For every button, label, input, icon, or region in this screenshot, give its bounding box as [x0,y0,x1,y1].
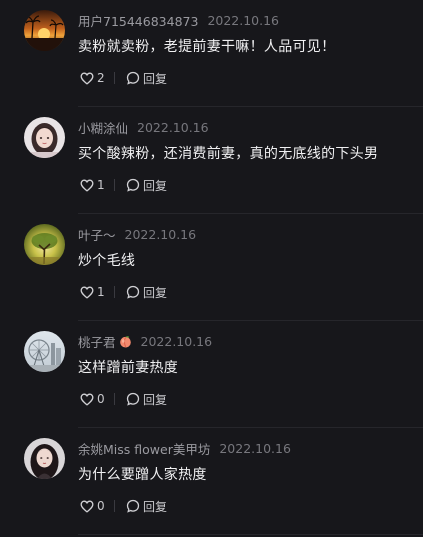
comment-text: 为什么要蹭人家热度 [78,467,207,483]
reply-label: 回复 [143,499,168,514]
comment-date: 2022.10.16 [124,226,197,242]
reply-bubble-icon [126,178,140,192]
username[interactable]: 小糊涂仙 [78,118,128,137]
like-button[interactable]: 1 [80,178,105,192]
sunset-avatar[interactable] [24,10,65,51]
comment-actions: 0 回复 [80,497,167,515]
username[interactable]: 叶子～ [78,225,116,244]
username[interactable]: 余姚Miss flower美甲坊 [78,439,210,458]
like-button[interactable]: 0 [80,392,105,406]
action-separator [114,72,115,84]
like-count: 2 [97,71,105,85]
comment-item: 小糊涂仙 2022.10.16 买个酸辣粉，还消费前妻，真的无底线的下头男 1 … [0,107,423,214]
heart-icon [80,179,94,192]
comment-meta: 小糊涂仙 2022.10.16 [78,118,209,136]
comment-date: 2022.10.16 [219,440,291,456]
comment-item: 桃子君 2022.10.16 这样蹭前妻热度 0 回复 [0,321,423,428]
reply-button[interactable]: 回复 [126,498,167,515]
reply-button[interactable]: 回复 [126,177,167,194]
comment-divider [78,534,423,535]
like-count: 0 [97,499,105,513]
comment-item: 叶子～ 2022.10.16 炒个毛线 1 回复 [0,214,423,321]
heart-icon [80,500,94,513]
comment-text: 买个酸辣粉，还消费前妻，真的无底线的下头男 [78,146,379,162]
comment-item: 用户715446834873 2022.10.16 卖粉就卖粉，老提前妻干嘛！人… [0,0,423,107]
comment-text: 炒个毛线 [78,253,136,269]
comment-actions: 1 回复 [80,283,167,301]
reply-button[interactable]: 回复 [126,284,167,301]
reply-label: 回复 [143,392,168,407]
like-count: 0 [97,392,105,406]
portrait-avatar[interactable] [24,117,65,158]
like-button[interactable]: 1 [80,285,105,299]
comment-actions: 0 回复 [80,390,167,408]
tree-avatar[interactable] [24,224,65,265]
heart-icon [80,393,94,406]
reply-button[interactable]: 回复 [126,70,167,87]
woman-avatar[interactable] [24,438,65,479]
reply-label: 回复 [143,178,168,193]
action-separator [114,179,115,191]
reply-bubble-icon [126,71,140,85]
comment-text: 这样蹭前妻热度 [78,360,179,376]
like-button[interactable]: 0 [80,499,105,513]
comment-meta: 叶子～ 2022.10.16 [78,225,196,243]
heart-icon [80,72,94,85]
reply-bubble-icon [126,499,140,513]
like-button[interactable]: 2 [80,71,105,85]
reply-label: 回复 [143,285,168,300]
reply-bubble-icon [126,392,140,406]
action-separator [114,393,115,405]
comment-actions: 1 回复 [80,176,167,194]
reply-button[interactable]: 回复 [126,391,167,408]
comment-date: 2022.10.16 [207,12,280,28]
comment-text: 卖粉就卖粉，老提前妻干嘛！人品可见！ [78,39,336,55]
username[interactable]: 桃子君 [78,332,116,351]
comment-actions: 2 回复 [80,69,167,87]
comment-meta: 用户715446834873 2022.10.16 [78,11,279,29]
comment-meta: 余姚Miss flower美甲坊 2022.10.16 [78,439,291,457]
action-separator [114,500,115,512]
heart-icon [80,286,94,299]
like-count: 1 [97,285,105,299]
action-separator [114,286,115,298]
comment-date: 2022.10.16 [137,119,209,135]
comment-date: 2022.10.16 [140,333,213,349]
reply-label: 回复 [143,71,168,86]
peach-icon [119,335,131,347]
like-count: 1 [97,178,105,192]
comment-item: 余姚Miss flower美甲坊 2022.10.16 为什么要蹭人家热度 0 … [0,428,423,535]
reply-bubble-icon [126,285,140,299]
comment-meta: 桃子君 2022.10.16 [78,332,212,350]
username[interactable]: 用户715446834873 [78,11,198,30]
ferris-wheel-avatar[interactable] [24,331,65,372]
